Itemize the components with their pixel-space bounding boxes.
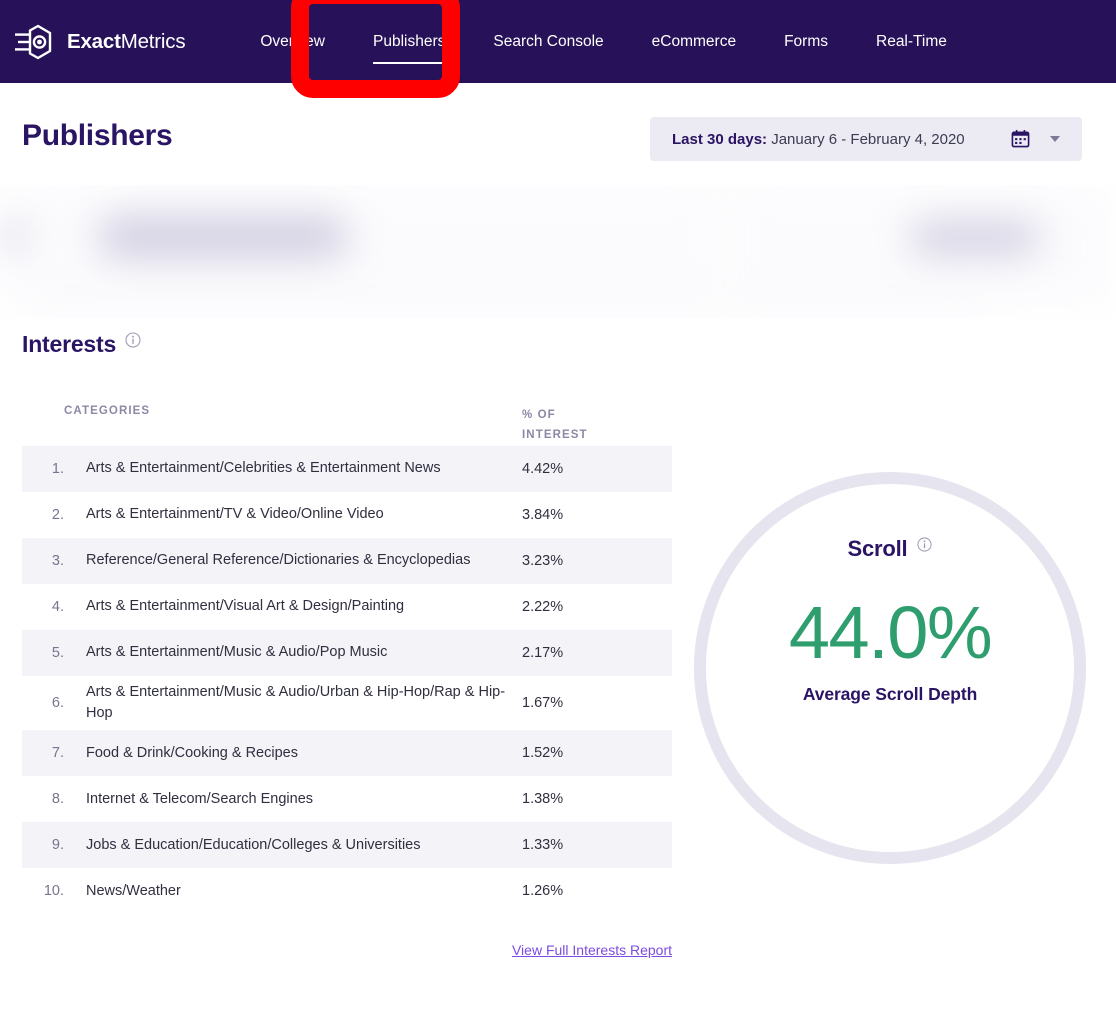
row-category: Arts & Entertainment/Music & Audio/Urban… [74,682,522,724]
table-row[interactable]: 2. Arts & Entertainment/TV & Video/Onlin… [22,492,672,538]
scroll-content: Scroll 44.0% Average Scroll Depth [694,472,1086,864]
row-category: Arts & Entertainment/Music & Audio/Pop M… [74,642,522,663]
brand-name-bold: Exact [67,30,121,53]
interests-title: Interests [22,331,116,358]
column-header-percent-of-interest: % OF INTEREST [522,405,652,445]
publishers-report-page: ExactMetrics Overview Publishers Search … [0,0,1116,1011]
nav-label: Real-Time [876,33,947,51]
brand-logo[interactable]: ExactMetrics [12,0,185,83]
row-percent: 1.26% [522,883,652,899]
row-category: Arts & Entertainment/Visual Art & Design… [74,596,522,617]
nav-item-real-time[interactable]: Real-Time [852,0,971,83]
scroll-title: Scroll [848,536,908,562]
table-row[interactable]: 9. Jobs & Education/Education/Colleges &… [22,822,672,868]
row-rank: 5. [42,645,74,661]
table-row[interactable]: 6. Arts & Entertainment/Music & Audio/Ur… [22,676,672,730]
nav-label: Forms [784,33,828,51]
nav-item-forms[interactable]: Forms [760,0,852,83]
blurred-blob [160,227,310,253]
column-header-percent-line2: INTEREST [522,429,588,441]
row-category: Arts & Entertainment/Celebrities & Enter… [74,458,522,479]
row-category: Internet & Telecom/Search Engines [74,789,522,810]
brand-name: ExactMetrics [67,30,185,54]
row-percent: 1.38% [522,791,652,807]
table-header-row: CATEGORIES % OF INTEREST [22,396,672,446]
exactmetrics-hexagon-logo-icon [12,19,58,65]
report-link-row: View Full Interests Report [22,942,672,960]
row-percent: 1.33% [522,837,652,853]
column-header-percent-line1: % OF [522,409,556,421]
row-category: Reference/General Reference/Dictionaries… [74,550,522,571]
blurred-content-strip [0,185,1116,318]
date-range-value: January 6 - February 4, 2020 [767,131,965,148]
blur-layer [0,185,1116,318]
table-row[interactable]: 3. Reference/General Reference/Dictionar… [22,538,672,584]
top-navigation-bar: ExactMetrics Overview Publishers Search … [0,0,1116,83]
table-row[interactable]: 10. News/Weather 1.26% [22,868,672,914]
brand-name-light: Metrics [121,30,186,53]
table-row[interactable]: 5. Arts & Entertainment/Music & Audio/Po… [22,630,672,676]
scroll-depth-widget: Scroll 44.0% Average Scroll Depth [694,472,1086,864]
row-percent: 3.23% [522,553,652,569]
nav-item-overview[interactable]: Overview [236,0,349,83]
scroll-depth-subtitle: Average Scroll Depth [803,684,977,705]
nav-item-search-console[interactable]: Search Console [469,0,627,83]
row-rank: 8. [42,791,74,807]
row-rank: 10. [42,883,74,899]
row-percent: 3.84% [522,507,652,523]
row-rank: 4. [42,599,74,615]
table-row[interactable]: 1. Arts & Entertainment/Celebrities & En… [22,446,672,492]
row-category: Arts & Entertainment/TV & Video/Online V… [74,504,522,525]
row-category: News/Weather [74,881,522,902]
row-percent: 1.67% [522,695,652,711]
nav-label: Overview [260,33,325,51]
scroll-depth-value: 44.0% [789,596,991,670]
blurred-blob [2,221,24,251]
date-range-label: Last 30 days: January 6 - February 4, 20… [672,131,965,148]
nav-label: eCommerce [652,33,736,51]
calendar-icon [1011,129,1030,148]
row-percent: 4.42% [522,461,652,477]
page-header: Publishers Last 30 days: January 6 - Feb… [0,83,1116,185]
row-rank: 7. [42,745,74,761]
row-percent: 2.22% [522,599,652,615]
date-range-prefix: Last 30 days: [672,131,767,148]
table-row[interactable]: 7. Food & Drink/Cooking & Recipes 1.52% [22,730,672,776]
page-title: Publishers [22,119,172,153]
blurred-divider [30,303,990,308]
chevron-down-icon[interactable] [1050,136,1060,142]
row-category: Food & Drink/Cooking & Recipes [74,743,522,764]
row-rank: 1. [42,461,74,477]
table-row[interactable]: 4. Arts & Entertainment/Visual Art & Des… [22,584,672,630]
scroll-header: Scroll [848,536,933,562]
info-icon[interactable] [917,537,932,552]
row-rank: 6. [42,695,74,711]
row-rank: 9. [42,837,74,853]
row-percent: 2.17% [522,645,652,661]
date-range-picker[interactable]: Last 30 days: January 6 - February 4, 20… [650,117,1082,161]
row-rank: 2. [42,507,74,523]
nav-item-ecommerce[interactable]: eCommerce [628,0,760,83]
nav-items: Overview Publishers Search Console eComm… [236,0,971,83]
row-percent: 1.52% [522,745,652,761]
row-category: Jobs & Education/Education/Colleges & Un… [74,835,522,856]
row-rank: 3. [42,553,74,569]
column-header-categories: CATEGORIES [42,405,522,417]
view-full-interests-report-link[interactable]: View Full Interests Report [512,942,672,958]
table-row[interactable]: 8. Internet & Telecom/Search Engines 1.3… [22,776,672,822]
interests-section-header: Interests [22,331,141,358]
nav-item-publishers[interactable]: Publishers [349,0,469,83]
interests-table: CATEGORIES % OF INTEREST 1. Arts & Enter… [22,396,672,960]
nav-label: Publishers [373,33,445,51]
blurred-blob [910,221,1040,255]
info-icon[interactable] [125,332,141,348]
nav-label: Search Console [493,33,603,51]
